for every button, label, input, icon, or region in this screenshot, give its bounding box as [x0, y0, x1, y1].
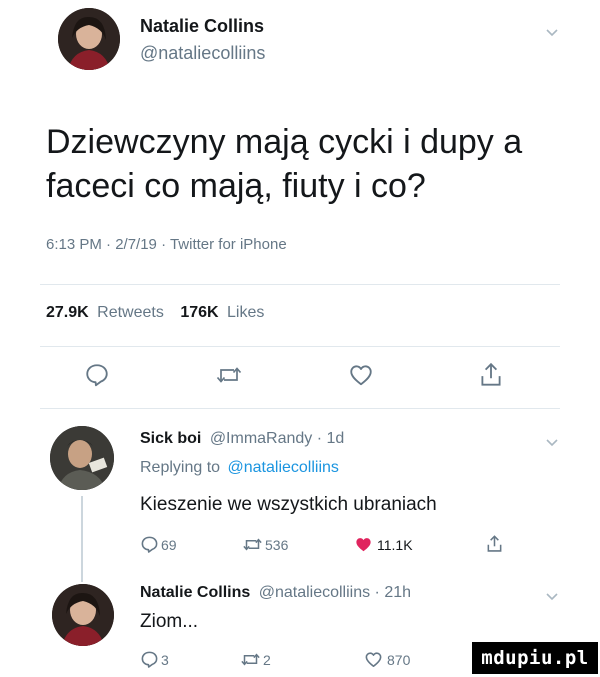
- reply-author-name[interactable]: Sick boi: [140, 430, 201, 447]
- reply-avatar[interactable]: [50, 426, 114, 490]
- avatar-photo: [58, 8, 120, 70]
- author-handle[interactable]: @nataliecolliins: [140, 43, 265, 64]
- reply-actions: 3 2 870: [140, 650, 440, 672]
- reply-icon: [141, 536, 158, 553]
- chevron-down-icon[interactable]: [544, 434, 560, 450]
- heart-filled-icon: [356, 538, 371, 552]
- chevron-down-icon[interactable]: [544, 24, 560, 40]
- likes-count[interactable]: 176K: [180, 304, 218, 321]
- reply-count: 69: [161, 536, 177, 553]
- reply-icon: [141, 651, 158, 668]
- heart-icon[interactable]: [348, 362, 374, 388]
- reply-actions: 69 536 11.1K: [140, 535, 520, 559]
- retweet-icon: [243, 538, 262, 551]
- chevron-down-icon[interactable]: [544, 588, 560, 604]
- reply-like-button[interactable]: 870: [364, 650, 410, 669]
- reply-text: Ziom...: [140, 611, 199, 632]
- replying-to: Replying to @nataliecolliins: [140, 459, 339, 477]
- reply-reply-button[interactable]: 3: [140, 650, 169, 669]
- avatar-photo: [52, 584, 114, 646]
- tweet-stats: 27.9K Retweets 176K Likes: [46, 304, 264, 322]
- reply-retweet-button[interactable]: 2: [240, 650, 271, 669]
- share-icon[interactable]: [478, 361, 504, 389]
- share-icon[interactable]: [485, 534, 504, 554]
- reply-avatar[interactable]: [52, 584, 114, 646]
- replying-to-handle[interactable]: @nataliecolliins: [228, 459, 339, 476]
- reply-retweet-button[interactable]: 536: [242, 535, 288, 554]
- retweet-count: 536: [265, 536, 289, 553]
- author-name[interactable]: Natalie Collins: [140, 16, 264, 37]
- reply-header: Natalie Collins @nataliecolliins · 21h: [140, 584, 411, 602]
- watermark: mdupiu.pl: [472, 642, 598, 674]
- replying-to-label: Replying to: [140, 459, 221, 476]
- likes-label[interactable]: Likes: [227, 304, 264, 321]
- reply-count: 3: [161, 651, 169, 668]
- divider: [40, 346, 560, 347]
- retweet-icon: [241, 653, 260, 666]
- tweet-text-line-1: Dziewczyny mają cycki i dupy a: [46, 123, 523, 161]
- divider: [40, 408, 560, 409]
- retweets-label[interactable]: Retweets: [97, 304, 164, 321]
- divider: [40, 284, 560, 285]
- reply-icon[interactable]: [84, 362, 110, 388]
- retweets-count[interactable]: 27.9K: [46, 304, 89, 321]
- retweet-count: 2: [263, 651, 271, 668]
- avatar-photo: [50, 426, 114, 490]
- reply-author-name[interactable]: Natalie Collins: [140, 584, 250, 601]
- heart-icon: [365, 652, 382, 668]
- thread-line: [81, 496, 83, 582]
- avatar[interactable]: [58, 8, 120, 70]
- like-count: 870: [387, 651, 411, 668]
- reply-reply-button[interactable]: 69: [140, 535, 177, 554]
- watermark-text: mdupiu.pl: [481, 647, 589, 669]
- tweet-meta: 6:13 PM · 2/7/19 · Twitter for iPhone: [46, 236, 287, 253]
- reply-text: Kieszenie we wszystkich ubraniach: [140, 494, 437, 515]
- reply-header: Sick boi @ImmaRandy · 1d: [140, 430, 344, 448]
- tweet-text-line-2: faceci co mają, fiuty i co?: [46, 167, 426, 205]
- reply-handle-time[interactable]: @ImmaRandy · 1d: [210, 430, 345, 447]
- retweet-icon[interactable]: [215, 362, 243, 388]
- reply-handle-time[interactable]: @nataliecolliins · 21h: [259, 584, 411, 601]
- reply-like-button[interactable]: 11.1K: [354, 535, 413, 554]
- like-count: 11.1K: [377, 536, 413, 553]
